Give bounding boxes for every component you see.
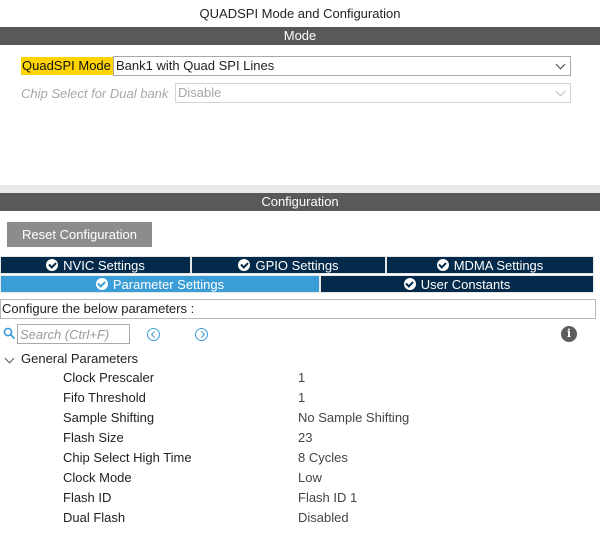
tab-user-constants[interactable]: User Constants xyxy=(320,275,594,293)
splitter-handle[interactable] xyxy=(0,185,600,193)
tab-label: NVIC Settings xyxy=(63,258,145,273)
parameter-value[interactable]: 1 xyxy=(298,368,305,388)
tab-mdma-settings[interactable]: MDMA Settings xyxy=(386,256,594,274)
tab-label: GPIO Settings xyxy=(255,258,339,273)
info-icon[interactable]: i xyxy=(561,326,577,342)
parameter-name: Fifo Threshold xyxy=(63,390,146,405)
chevron-right-icon[interactable] xyxy=(195,328,208,341)
group-title: General Parameters xyxy=(21,351,139,366)
chip-select-value: Disable xyxy=(178,85,222,100)
check-circle-icon xyxy=(238,259,251,271)
parameter-name: Flash ID xyxy=(63,490,112,505)
search-icon xyxy=(3,327,15,339)
tab-parameter-settings[interactable]: Parameter Settings xyxy=(0,275,320,293)
chevron-down-icon xyxy=(4,353,15,364)
quadspi-mode-label: QuadSPI Mode xyxy=(21,57,113,75)
chevron-down-icon xyxy=(555,86,566,97)
parameter-list: Clock Prescaler 1 Fifo Threshold 1 Sample … xyxy=(0,368,600,528)
reset-configuration-button[interactable]: Reset Configuration xyxy=(7,222,152,247)
parameter-value[interactable]: 8 Cycles xyxy=(298,448,348,468)
parameter-value[interactable]: Flash ID 1 xyxy=(298,488,357,508)
parameter-value[interactable]: Disabled xyxy=(298,508,349,528)
tab-label: MDMA Settings xyxy=(453,258,544,273)
chip-select-label: Chip Select for Dual bank xyxy=(21,86,169,101)
parameter-row[interactable]: Clock Prescaler 1 xyxy=(0,368,600,388)
chevron-left-icon[interactable] xyxy=(147,328,160,341)
configuration-section-header: Configuration xyxy=(0,193,600,211)
check-circle-icon xyxy=(436,259,449,271)
parameter-value[interactable]: No Sample Shifting xyxy=(298,408,409,428)
parameter-name: Clock Prescaler xyxy=(63,370,155,385)
check-circle-icon xyxy=(403,278,416,290)
parameter-row[interactable]: Flash Size 23 xyxy=(0,428,600,448)
tab-label: Parameter Settings xyxy=(112,277,225,292)
parameter-value[interactable]: 1 xyxy=(298,388,305,408)
general-parameters-group[interactable]: General Parameters xyxy=(4,350,138,367)
configure-instructions: Configure the below parameters : xyxy=(0,299,596,319)
parameter-row[interactable]: Fifo Threshold 1 xyxy=(0,388,600,408)
parameter-name: Dual Flash xyxy=(63,510,126,525)
parameter-name: Clock Mode xyxy=(63,470,132,485)
parameter-row[interactable]: Chip Select High Time 8 Cycles xyxy=(0,448,600,468)
window-title: QUADSPI Mode and Configuration xyxy=(199,6,401,21)
chip-select-select: Disable xyxy=(175,83,571,103)
parameter-name: Flash Size xyxy=(63,430,124,445)
parameter-value[interactable]: 23 xyxy=(298,428,312,448)
parameter-name: Chip Select High Time xyxy=(63,450,192,465)
check-circle-icon xyxy=(46,259,59,271)
mode-section-header: Mode xyxy=(0,27,600,45)
parameter-row[interactable]: Clock Mode Low xyxy=(0,468,600,488)
chevron-down-icon xyxy=(555,59,566,70)
tab-label: User Constants xyxy=(420,277,511,292)
parameter-row[interactable]: Dual Flash Disabled xyxy=(0,508,600,528)
parameter-name: Sample Shifting xyxy=(63,410,155,425)
quadspi-mode-value: Bank1 with Quad SPI Lines xyxy=(116,58,275,73)
check-circle-icon xyxy=(95,278,108,290)
parameter-row[interactable]: Flash ID Flash ID 1 xyxy=(0,488,600,508)
quadspi-mode-select[interactable]: Bank1 with Quad SPI Lines xyxy=(113,56,571,76)
parameter-value[interactable]: Low xyxy=(298,468,322,488)
tab-gpio-settings[interactable]: GPIO Settings xyxy=(191,256,386,274)
tab-nvic-settings[interactable]: NVIC Settings xyxy=(0,256,191,274)
parameter-row[interactable]: Sample Shifting No Sample Shifting xyxy=(0,408,600,428)
search-input[interactable] xyxy=(17,324,130,344)
